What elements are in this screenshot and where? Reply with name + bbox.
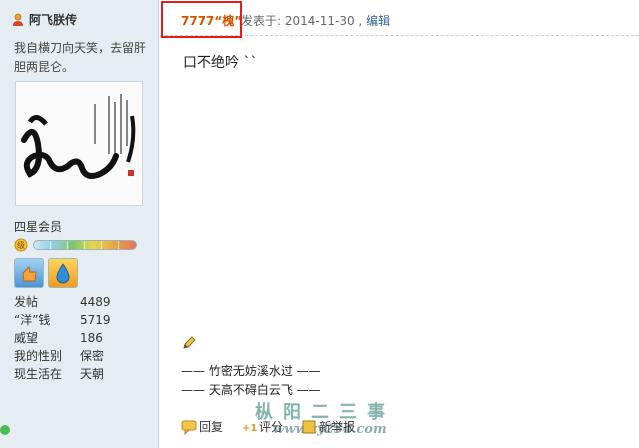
rate-button[interactable]: +1 评分 xyxy=(241,418,283,435)
user-signature: 我自横刀向天笑，去留肝胆两昆仑。 xyxy=(14,41,147,74)
status-dot-icon xyxy=(0,425,10,435)
rate-plus-one-icon: +1 xyxy=(242,423,257,434)
user-group[interactable]: 四星会员 xyxy=(14,218,62,235)
signature-line-1: —— 竹密无妨溪水过 —— xyxy=(181,364,321,378)
signature-line-2: —— 天高不碍白云飞 —— xyxy=(181,383,321,397)
author-highlight-box xyxy=(161,1,242,38)
report-icon xyxy=(302,420,316,433)
pencil-icon xyxy=(183,336,196,349)
edit-link[interactable]: 编辑 xyxy=(366,14,390,28)
stat-gender: 我的性别 保密 xyxy=(14,349,105,363)
reply-icon xyxy=(181,420,197,435)
stat-posts[interactable]: 发帖 4489 xyxy=(14,293,111,311)
rank-icon: 级 xyxy=(14,238,28,252)
rank-progress-bar xyxy=(33,240,137,250)
user-stats: 发帖 4489 “洋”钱 5719 威望 186 我的性别 保密 现生活在 天朝 xyxy=(14,293,111,383)
avatar[interactable] xyxy=(15,81,143,206)
stat-prestige[interactable]: 威望 186 xyxy=(14,329,111,347)
svg-text:级: 级 xyxy=(17,240,25,250)
post-content: 口不绝吟 `` xyxy=(183,55,258,71)
calligraphy-avatar-image xyxy=(16,82,142,205)
post-actions: 回复 +1 评分 新举报 xyxy=(181,418,373,435)
reply-button[interactable]: 回复 xyxy=(181,418,223,435)
medal-water-drop-icon[interactable] xyxy=(48,258,78,288)
report-button[interactable]: 新举报 xyxy=(301,418,355,435)
stat-money[interactable]: “洋”钱 5719 xyxy=(14,311,111,329)
user-name-line[interactable]: 阿飞朕传 xyxy=(12,11,77,28)
svg-text:+1: +1 xyxy=(242,423,257,434)
medal-thumbs-up-icon[interactable] xyxy=(14,258,44,288)
stat-location: 现生活在 天朝 xyxy=(14,367,105,381)
post-timestamp: 发表于: 2014-11-30 , 编辑 xyxy=(241,14,391,28)
username[interactable]: 阿飞朕传 xyxy=(29,11,77,28)
user-icon xyxy=(13,13,23,26)
